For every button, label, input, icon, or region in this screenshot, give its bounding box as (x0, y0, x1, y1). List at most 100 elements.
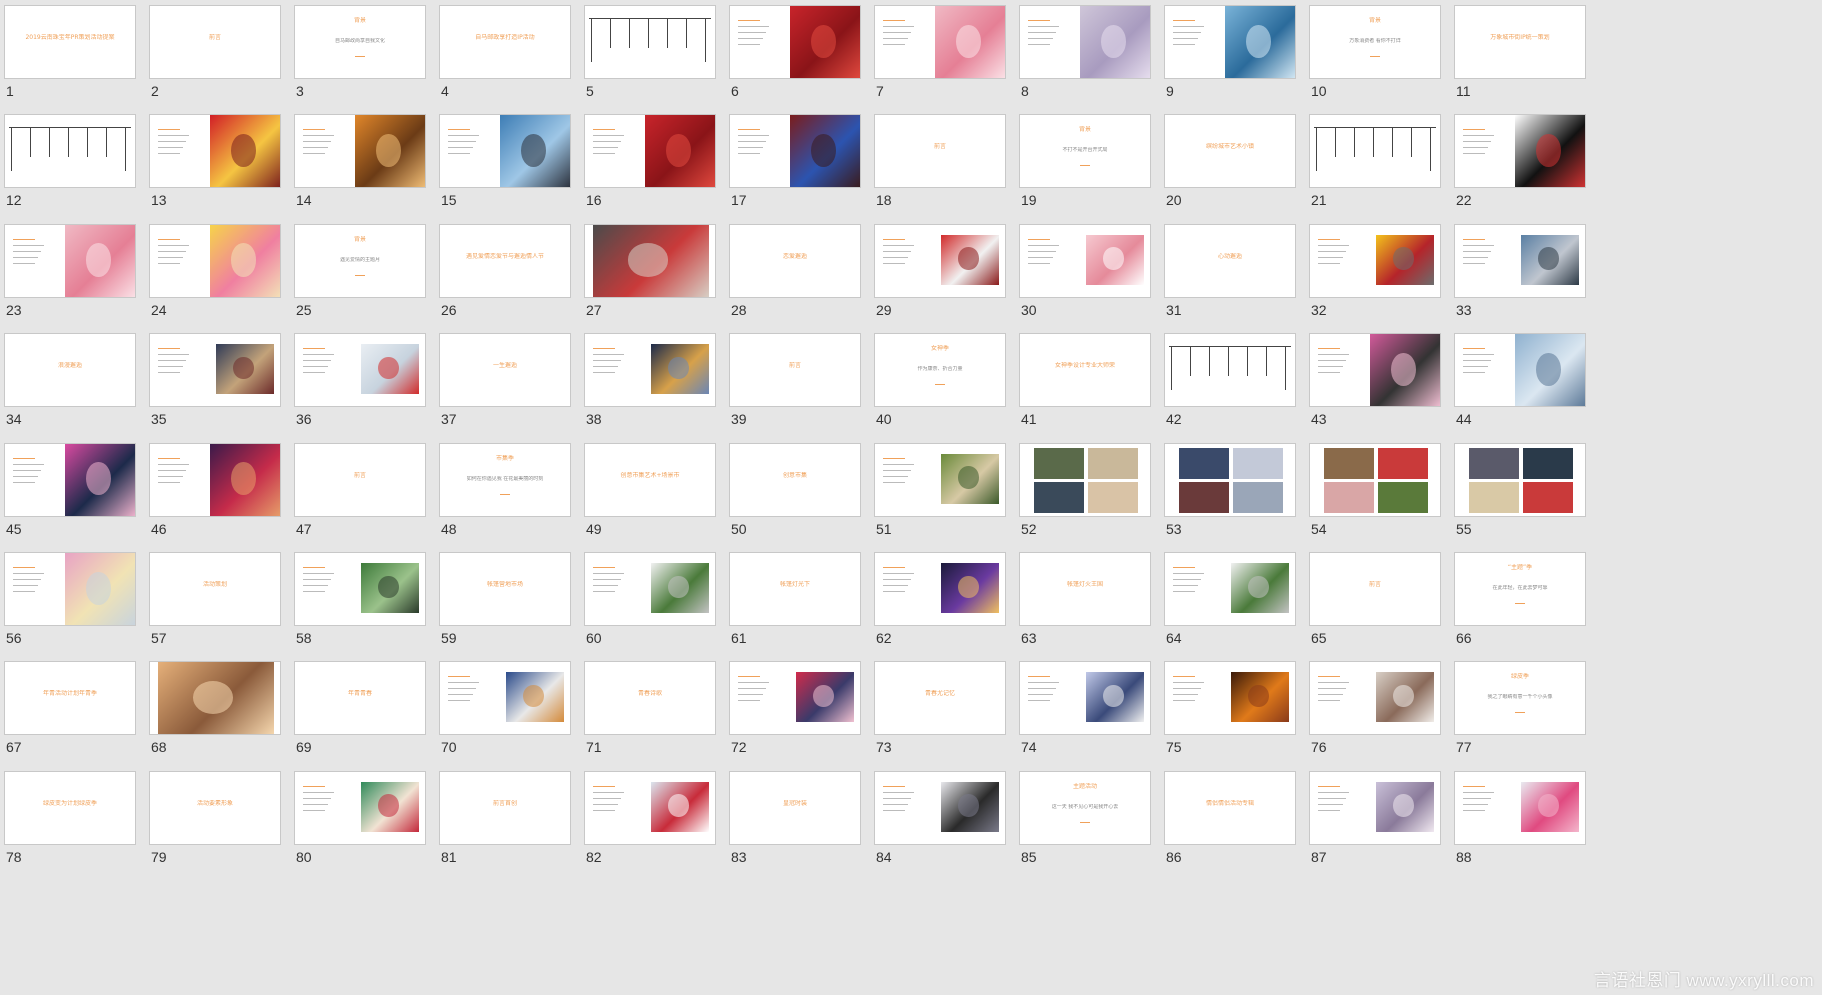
slide-thumbnail[interactable]: 绿皮变为计划绿皮季 78 (0, 766, 136, 865)
slide-thumbnail[interactable]: 年青青春 69 (290, 656, 426, 755)
slide-thumbnail[interactable]: 54 (1305, 438, 1441, 537)
slide-preview[interactable]: 青春尤记忆 (874, 661, 1006, 736)
slide-preview[interactable] (584, 5, 716, 79)
slide-thumbnail[interactable]: 21 (1305, 109, 1441, 208)
slide-preview[interactable] (4, 442, 136, 517)
slide-thumbnail[interactable]: 自马邮政享打造IP活动 4 (435, 0, 571, 99)
slide-thumbnail[interactable]: 5 (580, 0, 716, 99)
slide-thumbnail[interactable]: 51 (870, 438, 1006, 537)
slide-preview[interactable] (1164, 661, 1296, 736)
slide-preview[interactable]: 帐篷灯光下 (729, 552, 861, 626)
slide-preview[interactable]: 自马邮政享打造IP活动 (439, 5, 571, 79)
slide-thumbnail[interactable]: 前言 39 (725, 328, 861, 427)
slide-thumbnail[interactable]: 活动策划 57 (145, 547, 281, 646)
slide-thumbnail[interactable]: 背景 自马邮政尚享自我文化 3 (290, 0, 426, 99)
slide-thumbnail[interactable]: 青春尤记忆 73 (870, 656, 1006, 755)
slide-preview[interactable]: 心动邂逅 (1164, 223, 1296, 298)
slide-thumbnail[interactable]: 帐篷营地市场 59 (435, 547, 571, 646)
slide-thumbnail[interactable]: 53 (1160, 438, 1296, 537)
slide-preview[interactable] (294, 114, 426, 189)
slide-thumbnail[interactable]: 87 (1305, 766, 1441, 865)
slide-thumbnail[interactable]: 29 (870, 219, 1006, 318)
slide-preview[interactable] (294, 333, 426, 408)
slide-thumbnail[interactable]: 43 (1305, 328, 1441, 427)
slide-preview[interactable] (4, 552, 136, 626)
slide-thumbnail[interactable]: 17 (725, 109, 861, 208)
slide-thumbnail[interactable]: 55 (1450, 438, 1586, 537)
slide-preview[interactable]: 浪漫邂逅 (4, 333, 136, 408)
slide-thumbnail[interactable]: 58 (290, 547, 426, 646)
slide-thumbnail[interactable]: 15 (435, 109, 571, 208)
slide-preview[interactable] (874, 770, 1006, 845)
slide-thumbnail[interactable]: 80 (290, 766, 426, 865)
slide-preview[interactable] (1309, 770, 1441, 845)
slide-preview[interactable] (1019, 223, 1151, 298)
slide-preview[interactable]: 皇冠时装 (729, 770, 861, 845)
slide-thumbnail[interactable]: 前言首创 81 (435, 766, 571, 865)
slide-thumbnail[interactable]: 46 (145, 438, 281, 537)
slide-preview[interactable] (874, 442, 1006, 517)
slide-preview[interactable]: 前言 (294, 442, 426, 517)
slide-preview[interactable]: 绿皮季 我之了眼睛有意一千个小头像 (1454, 661, 1586, 736)
slide-preview[interactable] (439, 661, 571, 736)
slide-preview[interactable]: 帐篷营地市场 (439, 552, 571, 626)
slide-preview[interactable]: 背景 自马邮政尚享自我文化 (294, 5, 426, 79)
slide-thumbnail[interactable]: 75 (1160, 656, 1296, 755)
slide-thumbnail[interactable]: 遇见爱情恋爱节与邂逅情人节 26 (435, 219, 571, 318)
slide-preview[interactable] (1309, 442, 1441, 517)
slide-preview[interactable] (1019, 5, 1151, 79)
slide-preview[interactable] (1309, 223, 1441, 298)
slide-thumbnail[interactable]: 56 (0, 547, 136, 646)
slide-thumbnail[interactable]: 皇冠时装 83 (725, 766, 861, 865)
slide-thumbnail[interactable]: 24 (145, 219, 281, 318)
slide-preview[interactable]: 遇见爱情恋爱节与邂逅情人节 (439, 223, 571, 298)
slide-preview[interactable]: 缤纷城市艺术小镇 (1164, 114, 1296, 189)
slide-preview[interactable] (729, 5, 861, 79)
slide-preview[interactable] (149, 661, 281, 736)
slide-preview[interactable]: 女神季设计专业大师荣 (1019, 333, 1151, 408)
slide-preview[interactable]: 一生邂逅 (439, 333, 571, 408)
slide-preview[interactable]: 青春诗歌 (584, 661, 716, 736)
slide-thumbnail[interactable]: 创意市集 50 (725, 438, 861, 537)
slide-thumbnail[interactable]: 13 (145, 109, 281, 208)
slide-thumbnail[interactable]: 52 (1015, 438, 1151, 537)
slide-preview[interactable]: 创意市集艺术+场景市 (584, 442, 716, 517)
slide-thumbnail[interactable]: 64 (1160, 547, 1296, 646)
slide-thumbnail[interactable]: 前言 47 (290, 438, 426, 537)
slide-thumbnail[interactable]: 9 (1160, 0, 1296, 99)
slide-preview[interactable] (149, 333, 281, 408)
slide-preview[interactable]: 前言 (149, 5, 281, 79)
slide-thumbnail[interactable]: 恋爱邂逅 28 (725, 219, 861, 318)
slide-preview[interactable] (1454, 114, 1586, 189)
slide-thumbnail[interactable]: 万象城市街IP统一策划 11 (1450, 0, 1586, 99)
slide-preview[interactable]: 年青活动计划年青季 (4, 661, 136, 736)
slide-preview[interactable] (729, 661, 861, 736)
slide-thumbnail[interactable]: 前言 65 (1305, 547, 1441, 646)
slide-preview[interactable] (584, 333, 716, 408)
slide-preview[interactable]: 前言 (1309, 552, 1441, 626)
slide-preview[interactable] (1164, 442, 1296, 517)
slide-thumbnail[interactable]: 38 (580, 328, 716, 427)
slide-thumbnail[interactable]: 60 (580, 547, 716, 646)
slide-thumbnail[interactable]: 72 (725, 656, 861, 755)
slide-thumbnail[interactable]: 30 (1015, 219, 1151, 318)
slide-preview[interactable]: 市集季 如何在你遇见我 在花最美丽的时刻 (439, 442, 571, 517)
slide-preview[interactable] (4, 114, 136, 189)
slide-preview[interactable]: 背景 万象消费者 看你不打烊 (1309, 5, 1441, 79)
slide-thumbnail[interactable]: 情侣情侣活动专辑 86 (1160, 766, 1296, 865)
slide-preview[interactable] (294, 770, 426, 845)
slide-thumbnail[interactable]: 12 (0, 109, 136, 208)
slide-thumbnail[interactable]: 42 (1160, 328, 1296, 427)
slide-thumbnail[interactable]: 8 (1015, 0, 1151, 99)
slide-thumbnail[interactable]: 70 (435, 656, 571, 755)
slide-preview[interactable] (729, 114, 861, 189)
slide-preview[interactable] (874, 552, 1006, 626)
slide-thumbnail[interactable]: 背景 遇见爱情的主题月 25 (290, 219, 426, 318)
slide-preview[interactable] (584, 114, 716, 189)
slide-preview[interactable] (294, 552, 426, 626)
slide-thumbnail[interactable]: 62 (870, 547, 1006, 646)
slide-preview[interactable] (1019, 442, 1151, 517)
slide-preview[interactable] (1454, 223, 1586, 298)
slide-thumbnail[interactable]: 16 (580, 109, 716, 208)
slide-thumbnail[interactable]: 心动邂逅 31 (1160, 219, 1296, 318)
